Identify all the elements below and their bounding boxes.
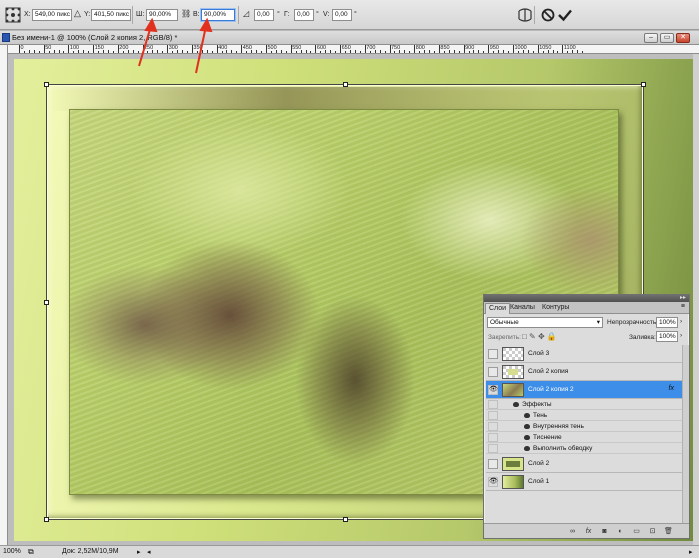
collapse-icon[interactable]: ▸▸ (680, 294, 686, 301)
visibility-toggle[interactable] (488, 459, 498, 469)
annotation-arrow (195, 25, 207, 74)
layer-thumbnail (502, 457, 524, 471)
doc-size[interactable]: Док: 2,52M/10,9M (62, 548, 119, 555)
eye-icon[interactable]: 👁 (488, 385, 498, 395)
effect-name: Выполнить обводку (533, 445, 593, 452)
fill-label: Заливка: (629, 334, 656, 341)
lock-label: Закрепить: (488, 334, 521, 341)
vertical-scrollbar[interactable] (693, 54, 699, 545)
export-icon[interactable]: ⧉ (28, 547, 34, 557)
tab-channels[interactable]: Каналы (507, 303, 538, 314)
visibility-toggle[interactable] (488, 411, 498, 420)
transform-handle[interactable] (44, 300, 49, 305)
opacity-input[interactable]: 100% (656, 317, 678, 328)
layer-thumbnail (502, 365, 524, 379)
panel-tabs: Слои Каналы Контуры ≡ (484, 302, 689, 314)
visibility-toggle[interactable] (488, 400, 498, 409)
layer-thumbnail (502, 383, 524, 397)
panel-title-bar[interactable]: ▸▸ (484, 295, 689, 302)
link-layers-icon[interactable]: ∞ (568, 527, 577, 536)
visibility-toggle[interactable] (488, 349, 498, 359)
panel-footer: ∞ fx ◙ ◐ ▭ ⊡ 🗑 (484, 523, 689, 538)
delete-layer-icon[interactable]: 🗑 (664, 527, 673, 536)
layer-name: Слой 2 копия (528, 368, 569, 375)
fill-input[interactable]: 100% (656, 331, 678, 342)
layer-name: Слой 2 (528, 460, 550, 467)
scroll-right-icon[interactable]: ▸ (689, 548, 693, 556)
layer-row[interactable]: Слой 3 (486, 345, 682, 363)
layer-name: Слой 1 (528, 478, 550, 485)
layers-panel: ▸▸ Слои Каналы Контуры ≡ Обычные ▾ Непро… (483, 294, 690, 539)
add-style-icon[interactable]: fx (584, 527, 593, 536)
chevron-down-icon: ▾ (596, 319, 600, 326)
visibility-toggle[interactable] (488, 444, 498, 453)
eye-icon[interactable]: 👁 (488, 477, 498, 487)
effect-name: Внутренняя тень (533, 423, 584, 430)
layer-row[interactable]: Слой 2 копия (486, 363, 682, 381)
blend-mode-value: Обычные (490, 319, 519, 326)
panel-menu-icon[interactable]: ≡ (681, 303, 685, 310)
chevron-right-icon[interactable]: › (680, 318, 682, 325)
panel-scrollbar[interactable] (682, 345, 689, 523)
effect-row[interactable]: Тень (486, 410, 682, 421)
status-bar: 100% ⧉ Док: 2,52M/10,9M ▸ ◂ ▸ (0, 545, 699, 558)
annotation-arrowhead (144, 17, 158, 33)
new-group-icon[interactable]: ▭ (632, 527, 641, 536)
eye-icon[interactable] (524, 435, 530, 440)
layer-row-selected[interactable]: 👁 Слой 2 копия 2 fx (486, 381, 682, 399)
effect-row[interactable]: Тиснение (486, 432, 682, 443)
layer-row[interactable]: 👁 Слой 1 (486, 473, 682, 491)
status-menu-arrow-icon[interactable]: ▸ (137, 548, 141, 556)
eye-icon[interactable] (513, 402, 519, 407)
visibility-toggle[interactable] (488, 367, 498, 377)
fx-icon[interactable]: fx (669, 385, 674, 392)
effects-header-row[interactable]: Эффекты (486, 399, 682, 410)
chevron-right-icon[interactable]: › (680, 332, 682, 339)
effect-row[interactable]: Внутренняя тень (486, 421, 682, 432)
adjustment-layer-icon[interactable]: ◐ (616, 527, 625, 536)
effect-row[interactable]: Выполнить обводку (486, 443, 682, 454)
annotation-arrows (138, 17, 213, 74)
transform-handle[interactable] (343, 517, 348, 522)
effect-name: Тень (533, 412, 548, 419)
lock-icons[interactable]: □ ✎ ✥ 🔒 (522, 332, 557, 341)
annotation-arrowhead (199, 17, 213, 33)
visibility-toggle[interactable] (488, 422, 498, 431)
annotation-arrow (138, 25, 152, 67)
eye-icon[interactable] (524, 413, 530, 418)
transform-handle[interactable] (44, 517, 49, 522)
zoom-level[interactable]: 100% (3, 548, 21, 555)
effects-header: Эффекты (522, 401, 552, 408)
effect-name: Тиснение (533, 434, 562, 441)
add-mask-icon[interactable]: ◙ (600, 527, 609, 536)
opacity-label: Непрозрачность: (607, 319, 659, 326)
layer-name: Слой 3 (528, 350, 550, 357)
vertical-ruler[interactable] (0, 45, 8, 545)
layer-thumbnail (502, 475, 524, 489)
layer-row[interactable]: Слой 2 (486, 455, 682, 473)
new-layer-icon[interactable]: ⊡ (648, 527, 657, 536)
scroll-left-icon[interactable]: ◂ (147, 548, 151, 556)
tab-paths[interactable]: Контуры (539, 303, 572, 314)
visibility-toggle[interactable] (488, 433, 498, 442)
eye-icon[interactable] (524, 446, 530, 451)
layer-thumbnail (502, 347, 524, 361)
blend-mode-select[interactable]: Обычные ▾ (487, 317, 603, 328)
eye-icon[interactable] (524, 424, 530, 429)
layer-name: Слой 2 копия 2 (528, 386, 574, 393)
